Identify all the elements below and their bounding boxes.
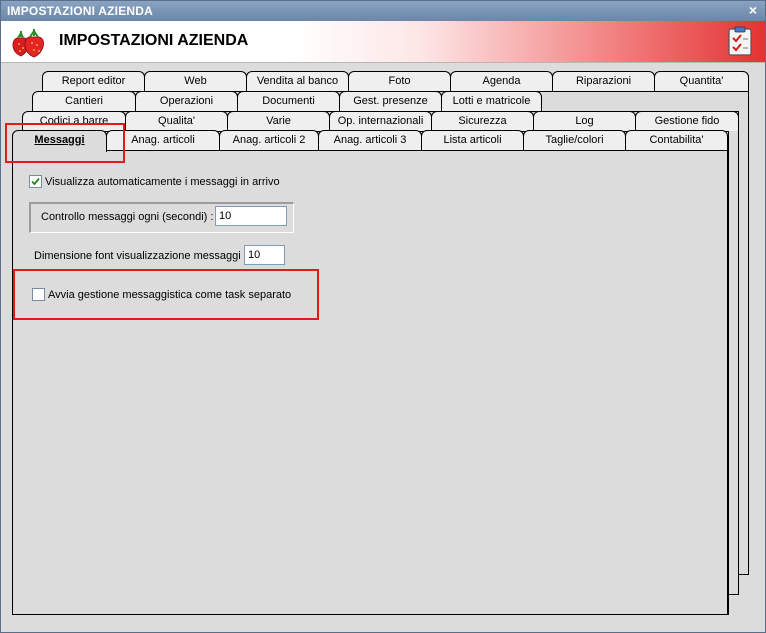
tab-taglie-colori[interactable]: Taglie/colori	[523, 130, 626, 150]
tab-report-editor[interactable]: Report editor	[42, 71, 145, 91]
tab-agenda[interactable]: Agenda	[450, 71, 553, 91]
font-size-label: Dimensione font visualizzazione messaggi…	[34, 250, 247, 262]
tab-anag-articoli-2[interactable]: Anag. articoli 2	[219, 130, 319, 150]
tab-contabilita[interactable]: Contabilita'	[625, 130, 728, 150]
window-title: IMPOSTAZIONI AZIENDA	[7, 4, 153, 18]
tab-baseline	[106, 150, 728, 151]
checkmark-icon	[31, 177, 40, 186]
tab-gest-presenze[interactable]: Gest. presenze	[339, 91, 442, 111]
tab-messaggi[interactable]: Messaggi	[12, 130, 107, 152]
tab-vendita-al-banco[interactable]: Vendita al banco	[246, 71, 349, 91]
tab-cantieri[interactable]: Cantieri	[32, 91, 136, 111]
separate-task-checkbox[interactable]	[32, 288, 45, 301]
check-interval-input[interactable]	[215, 206, 287, 226]
close-icon[interactable]: ×	[749, 2, 757, 18]
tab-web[interactable]: Web	[144, 71, 247, 91]
tab-foto[interactable]: Foto	[348, 71, 451, 91]
tab-anag-articoli[interactable]: Anag. articoli	[106, 130, 220, 150]
font-size-input[interactable]	[244, 245, 285, 265]
check-interval-label: Controllo messaggi ogni (secondi) :	[41, 211, 214, 223]
title-bar: IMPOSTAZIONI AZIENDA ×	[1, 1, 765, 21]
strawberry-icon	[12, 29, 44, 58]
tab-gestione-fido[interactable]: Gestione fido	[635, 111, 739, 131]
auto-show-label: Visualizza automaticamente i messaggi in…	[45, 176, 280, 188]
header-banner: IMPOSTAZIONI AZIENDA	[1, 21, 765, 63]
tab-anag-articoli-3[interactable]: Anag. articoli 3	[318, 130, 422, 150]
tab-qualita[interactable]: Qualita'	[125, 111, 228, 131]
tab-messaggi-label: Messaggi	[34, 134, 85, 146]
tab-lotti-e-matricole[interactable]: Lotti e matricole	[441, 91, 542, 111]
tab-lista-articoli[interactable]: Lista articoli	[421, 130, 524, 150]
tab-documenti[interactable]: Documenti	[237, 91, 340, 111]
tab-op-internazionali[interactable]: Op. internazionali	[329, 111, 432, 131]
tab-operazioni[interactable]: Operazioni	[135, 91, 238, 111]
settings-window: IMPOSTAZIONI AZIENDA × IMPOSTAZIONI AZIE…	[0, 0, 766, 633]
separate-task-label: Avvia gestione messaggistica come task s…	[48, 289, 292, 301]
tab-log[interactable]: Log	[533, 111, 636, 131]
tab-codici-a-barre[interactable]: Codici a barre	[22, 111, 126, 131]
tab-varie[interactable]: Varie	[227, 111, 330, 131]
tab-quantita[interactable]: Quantita'	[654, 71, 749, 91]
auto-show-checkbox[interactable]	[29, 175, 42, 188]
checklist-icon[interactable]	[727, 26, 753, 56]
tab-sicurezza[interactable]: Sicurezza	[431, 111, 534, 131]
banner-title: IMPOSTAZIONI AZIENDA	[59, 32, 249, 49]
tab-riparazioni[interactable]: Riparazioni	[552, 71, 655, 91]
